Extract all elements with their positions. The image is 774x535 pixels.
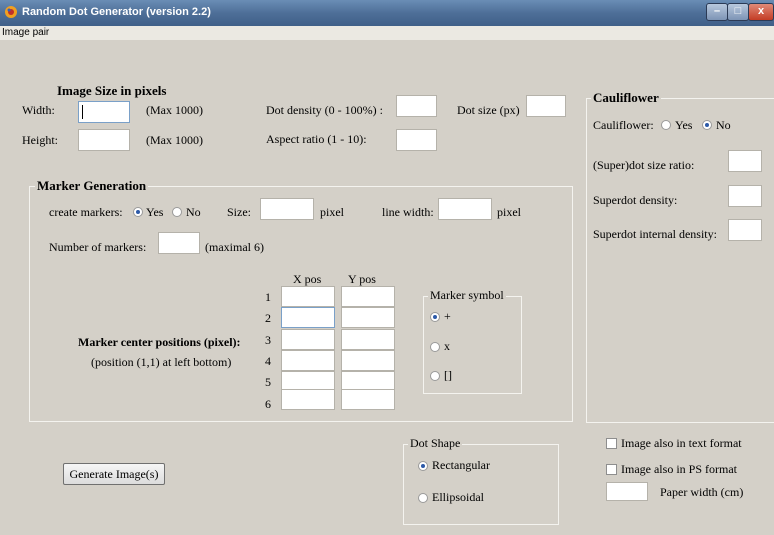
line-width-unit: pixel [497,205,521,219]
symbol-square-label: [] [444,368,452,382]
create-markers-yes-radio[interactable] [133,207,143,217]
dot-size-ratio-input[interactable] [728,150,762,172]
superdot-internal-density-input[interactable] [728,219,762,241]
symbol-plus-radio[interactable] [430,312,440,322]
row-number: 3 [265,333,271,347]
superdot-density-input[interactable] [728,185,762,207]
marker-generation-title: Marker Generation [35,178,149,194]
row-number: 4 [265,354,271,368]
marker-4-y-input[interactable] [341,350,395,371]
marker-size-label: Size: [227,205,251,219]
cauliflower-yes-radio[interactable] [661,120,671,130]
marker-symbol-title: Marker symbol [428,288,506,303]
number-of-markers-label: Number of markers: [49,240,147,254]
dot-shape-group [403,444,559,525]
height-max-label: (Max 1000) [146,133,203,147]
symbol-x-label: x [444,339,450,353]
x-pos-header: X pos [293,272,322,286]
y-pos-header: Y pos [348,272,376,286]
width-input[interactable] [78,101,130,123]
dot-density-input[interactable] [396,95,437,117]
superdot-density-label: Superdot density: [593,193,678,207]
symbol-square-radio[interactable] [430,371,440,381]
cauliflower-label: Cauliflower: [593,118,654,132]
maximize-icon: □ [734,5,742,17]
aspect-ratio-label: Aspect ratio (1 - 10): [266,132,367,146]
text-format-checkbox[interactable] [606,438,617,449]
dot-size-label: Dot size (px) [457,103,520,117]
superdot-internal-density-label: Superdot internal density: [593,227,717,241]
dot-shape-rectangular-radio[interactable] [418,461,428,471]
marker-1-y-input[interactable] [341,286,395,307]
number-of-markers-max: (maximal 6) [205,240,264,254]
number-of-markers-input[interactable] [158,232,200,254]
row-number: 2 [265,311,271,325]
symbol-plus-label: + [444,309,451,323]
create-markers-no-label: No [186,205,201,219]
maximize-button[interactable]: □ [727,3,749,21]
ps-format-label: Image also in PS format [621,462,737,476]
minimize-icon: – [713,5,721,17]
marker-4-x-input[interactable] [281,350,335,371]
generate-image-button[interactable]: Generate Image(s) [63,463,165,485]
height-input[interactable] [78,129,130,151]
text-format-label: Image also in text format [621,436,742,450]
cauliflower-yes-label: Yes [675,118,693,132]
height-label: Height: [22,133,58,147]
marker-positions-title: Marker center positions (pixel): [78,335,241,349]
marker-2-x-input[interactable] [281,307,335,328]
image-size-heading: Image Size in pixels [57,83,167,98]
dot-shape-ellipsoidal-radio[interactable] [418,493,428,503]
paper-width-label: Paper width (cm) [660,485,744,499]
marker-positions-note: (position (1,1) at left bottom) [91,355,232,369]
row-number: 5 [265,375,271,389]
menu-bar [0,26,774,40]
marker-6-y-input[interactable] [341,389,395,410]
cauliflower-title: Cauliflower [591,90,661,106]
line-width-input[interactable] [438,198,492,220]
dot-size-input[interactable] [526,95,566,117]
close-icon: x [757,5,765,17]
close-button[interactable]: x [748,3,774,21]
create-markers-label: create markers: [49,205,123,219]
cauliflower-no-radio[interactable] [702,120,712,130]
app-icon [5,6,17,18]
row-number: 1 [265,290,271,304]
marker-3-x-input[interactable] [281,329,335,350]
width-label: Width: [22,103,55,117]
dot-shape-rectangular-label: Rectangular [432,458,490,472]
marker-size-input[interactable] [260,198,314,220]
width-max-label: (Max 1000) [146,103,203,117]
marker-2-y-input[interactable] [341,307,395,328]
create-markers-no-radio[interactable] [172,207,182,217]
aspect-ratio-input[interactable] [396,129,437,151]
marker-3-y-input[interactable] [341,329,395,350]
row-number: 6 [265,397,271,411]
dot-shape-title: Dot Shape [408,436,463,451]
menu-item-image-pair[interactable]: Image pair [2,27,49,38]
marker-size-unit: pixel [320,205,344,219]
symbol-x-radio[interactable] [430,342,440,352]
cauliflower-no-label: No [716,118,731,132]
text-caret [82,105,83,119]
cauliflower-group [586,98,774,423]
dot-size-ratio-label: (Super)dot size ratio: [593,158,695,172]
dot-shape-ellipsoidal-label: Ellipsoidal [432,490,484,504]
minimize-button[interactable]: – [706,3,728,21]
window-title: Random Dot Generator (version 2.2) [22,6,211,18]
create-markers-yes-label: Yes [146,205,164,219]
paper-width-input[interactable] [606,482,648,501]
line-width-label: line width: [382,205,434,219]
marker-1-x-input[interactable] [281,286,335,307]
marker-6-x-input[interactable] [281,389,335,410]
ps-format-checkbox[interactable] [606,464,617,475]
dot-density-label: Dot density (0 - 100%) : [266,103,383,117]
